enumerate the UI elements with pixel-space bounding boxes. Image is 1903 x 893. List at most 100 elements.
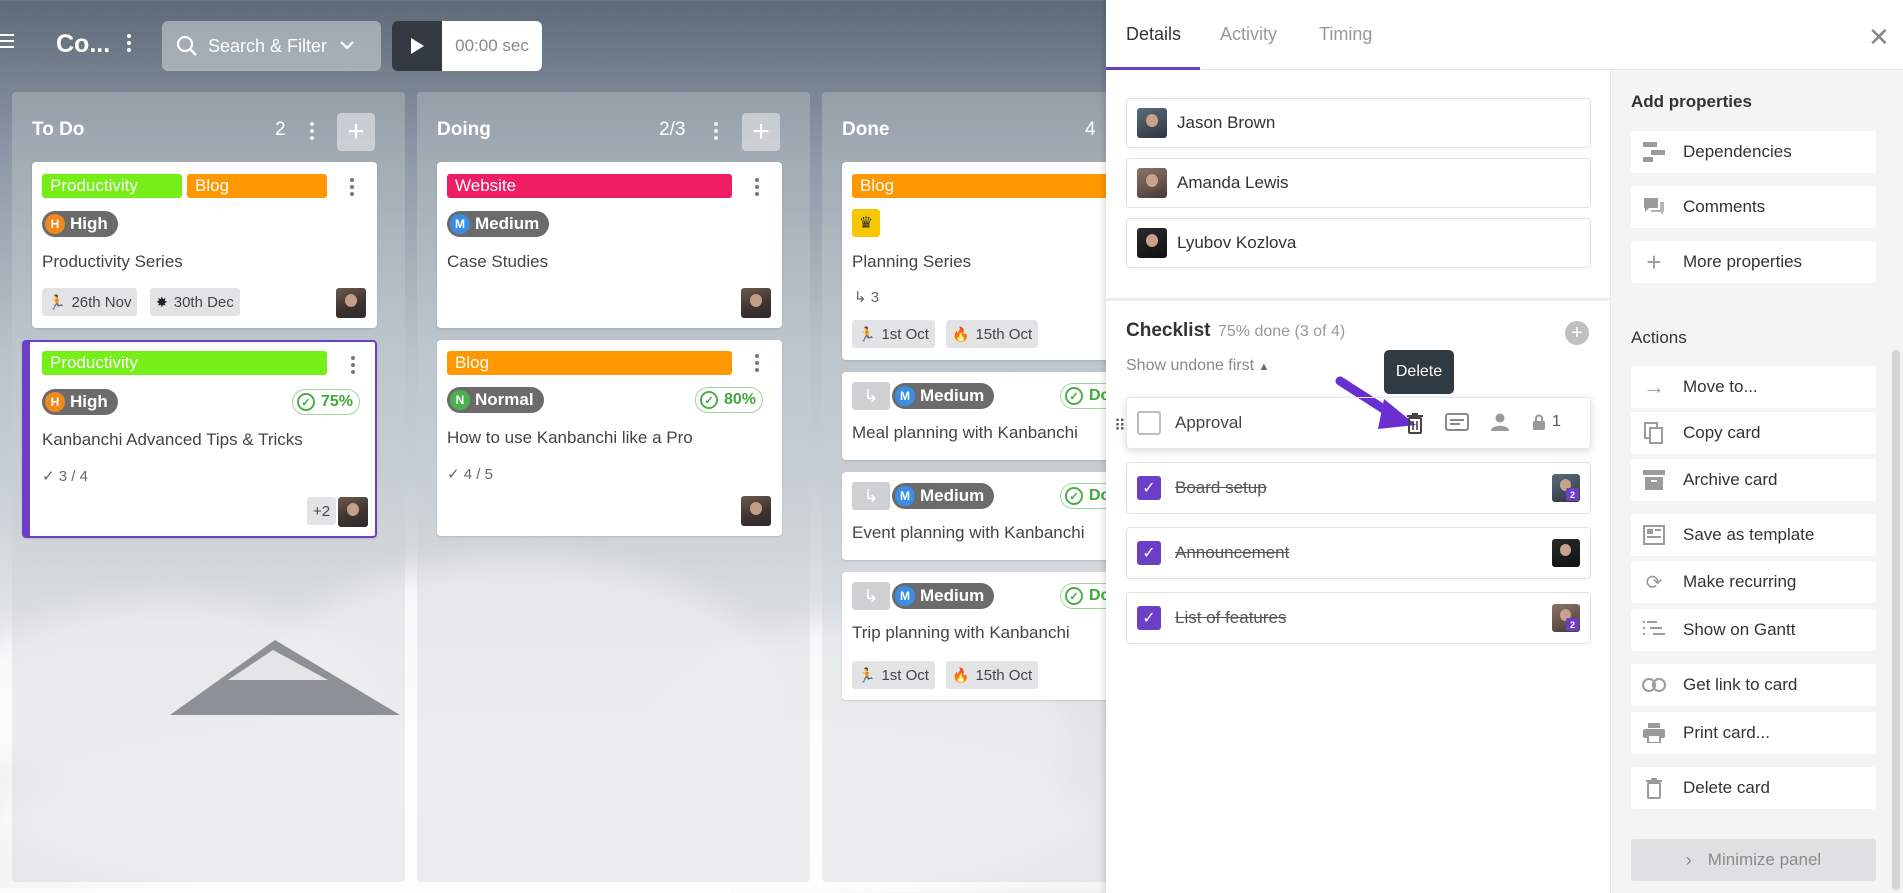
more-properties-label: More properties xyxy=(1683,252,1803,271)
checkbox-checked[interactable]: ✓ xyxy=(1137,541,1161,565)
member-row[interactable]: Lyubov Kozlova xyxy=(1126,218,1591,268)
lock-count[interactable]: 1 xyxy=(1532,413,1561,431)
checklist-item[interactable]: ✓ Announcement xyxy=(1126,527,1591,579)
column-count: 2/3 xyxy=(659,119,686,140)
priority-label: Medium xyxy=(920,486,985,505)
card[interactable]: ↳ M Medium ✓ Do Trip planning with Kanban… xyxy=(842,572,1117,700)
show-on-gantt-button[interactable]: Show on Gantt xyxy=(1631,609,1876,651)
fire-icon: 🔥 xyxy=(952,325,970,342)
subcard-icon: ↳ xyxy=(852,582,890,610)
card-title: Planning Series xyxy=(852,252,972,271)
add-card-button[interactable]: + xyxy=(337,113,375,151)
search-filter-button[interactable]: Search & Filter xyxy=(162,21,381,71)
fire-icon: 🔥 xyxy=(952,666,970,683)
extra-members-badge: +2 xyxy=(307,497,337,525)
card[interactable]: ↳ M Medium ✓ Do Meal planning with Kanban… xyxy=(842,372,1117,460)
assign-user-icon[interactable] xyxy=(1490,412,1510,437)
checkbox-checked[interactable]: ✓ xyxy=(1137,476,1161,500)
checklist-item-label: List of features xyxy=(1175,608,1287,627)
details-content: Jason Brown Amanda Lewis Lyubov Kozlova … xyxy=(1106,70,1611,893)
drag-handle-icon[interactable]: ⠿ xyxy=(1114,416,1126,436)
card-title: Event planning with Kanbanchi xyxy=(852,523,1085,542)
print-card-button[interactable]: Print card... xyxy=(1631,712,1876,754)
column-menu-icon[interactable] xyxy=(310,122,316,143)
show-undone-first-toggle[interactable]: Show undone first ▲ xyxy=(1126,357,1269,375)
checklist-item[interactable]: ✓ Board setup 2 xyxy=(1126,462,1591,514)
avatar xyxy=(741,496,771,526)
tab-activity[interactable]: Activity xyxy=(1220,24,1277,45)
priority-badge: M Medium xyxy=(447,211,550,237)
column-title: Doing xyxy=(437,119,491,140)
description-icon[interactable] xyxy=(1445,412,1469,437)
start-date: 26th Nov xyxy=(71,293,132,311)
divider xyxy=(1106,298,1611,301)
progress-value: 75% xyxy=(321,393,354,410)
delete-card-button[interactable]: Delete card xyxy=(1631,767,1876,809)
horizontal-scrollbar[interactable] xyxy=(0,888,730,893)
show-on-gantt-label: Show on Gantt xyxy=(1683,620,1796,639)
due-date: 15th Oct xyxy=(975,666,1033,684)
start-date-chip: 🏃 1st Oct xyxy=(852,320,935,348)
card-selected[interactable]: Productivity H High ✓ 75% Kanbanchi Advan… xyxy=(22,340,377,538)
card[interactable]: Productivity Blog H High Productivity Se… xyxy=(32,162,377,328)
card-menu-icon[interactable] xyxy=(350,356,356,377)
board-menu-icon[interactable] xyxy=(126,34,132,55)
member-row[interactable]: Amanda Lewis xyxy=(1126,158,1591,208)
checklist-item[interactable]: ✓ List of features 2 xyxy=(1126,592,1591,644)
start-date: 1st Oct xyxy=(881,666,929,684)
make-recurring-label: Make recurring xyxy=(1683,572,1797,591)
checkbox[interactable] xyxy=(1137,411,1161,435)
start-date-chip: 🏃 1st Oct xyxy=(852,661,935,689)
card-menu-icon[interactable] xyxy=(349,178,355,199)
card[interactable]: Blog N Normal ✓ 80% How to use Kanbanchi … xyxy=(437,340,782,536)
add-card-button[interactable]: + xyxy=(742,113,780,151)
card-menu-icon[interactable] xyxy=(754,354,760,375)
checklist-item[interactable]: Approval 1 xyxy=(1126,397,1591,449)
vertical-scrollbar[interactable] xyxy=(1892,350,1900,890)
card[interactable]: Blog ♛ Planning Series ↳ 3 🏃 1st Oct 🔥 15t… xyxy=(842,162,1112,360)
minimize-panel-button[interactable]: › Minimize panel xyxy=(1631,839,1876,881)
card-title: Trip planning with Kanbanchi xyxy=(852,623,1070,642)
chevron-right-icon: › xyxy=(1685,849,1692,870)
add-checklist-item-button[interactable]: + xyxy=(1565,321,1589,345)
checkbox-checked[interactable]: ✓ xyxy=(1137,606,1161,630)
card-menu-icon[interactable] xyxy=(754,178,760,199)
more-properties-button[interactable]: + More properties xyxy=(1631,241,1876,283)
copy-card-button[interactable]: Copy card xyxy=(1631,412,1876,454)
actions-heading: Actions xyxy=(1631,328,1687,347)
board-title[interactable]: Co... xyxy=(56,30,110,59)
comments-label: Comments xyxy=(1683,197,1766,216)
card[interactable]: ↳ M Medium ✓ Do Event planning with Kanba… xyxy=(842,472,1117,560)
chevron-down-icon xyxy=(340,41,354,50)
comments-icon xyxy=(1641,194,1667,220)
move-to-button[interactable]: → Move to... xyxy=(1631,366,1876,408)
get-link-button[interactable]: Get link to card xyxy=(1631,664,1876,706)
checklist-item-label: Board setup xyxy=(1175,478,1267,497)
priority-badge: M Medium xyxy=(892,583,995,609)
member-row[interactable]: Jason Brown xyxy=(1126,98,1591,148)
tab-details[interactable]: Details xyxy=(1126,24,1181,45)
make-recurring-button[interactable]: ⟳ Make recurring xyxy=(1631,561,1876,603)
archive-card-button[interactable]: Archive card xyxy=(1631,459,1876,501)
trash-icon[interactable] xyxy=(1405,412,1425,439)
play-button[interactable] xyxy=(392,21,442,71)
checklist-count: ✓ 3 / 4 xyxy=(42,467,88,485)
check-icon: ✓ xyxy=(447,466,464,483)
card[interactable]: Website M Medium Case Studies xyxy=(437,162,782,328)
comments-button[interactable]: Comments xyxy=(1631,186,1876,228)
move-to-label: Move to... xyxy=(1683,377,1758,396)
arrow-right-icon: → xyxy=(1643,374,1665,399)
dependencies-button[interactable]: Dependencies xyxy=(1631,131,1876,173)
save-as-template-button[interactable]: Save as template xyxy=(1631,514,1876,556)
menu-icon[interactable] xyxy=(0,34,14,48)
progress-badge: ✓ 75% xyxy=(292,389,361,415)
link-icon xyxy=(1641,672,1667,698)
checklist-item-label: Announcement xyxy=(1175,543,1290,562)
tag-productivity: Productivity xyxy=(42,174,182,198)
close-icon[interactable]: ✕ xyxy=(1868,22,1890,53)
card-title: Meal planning with Kanbanchi xyxy=(852,423,1078,442)
tab-timing[interactable]: Timing xyxy=(1319,24,1372,45)
due-date: 30th Dec xyxy=(173,293,234,311)
column-menu-icon[interactable] xyxy=(714,122,720,143)
add-properties-heading: Add properties xyxy=(1631,92,1752,111)
